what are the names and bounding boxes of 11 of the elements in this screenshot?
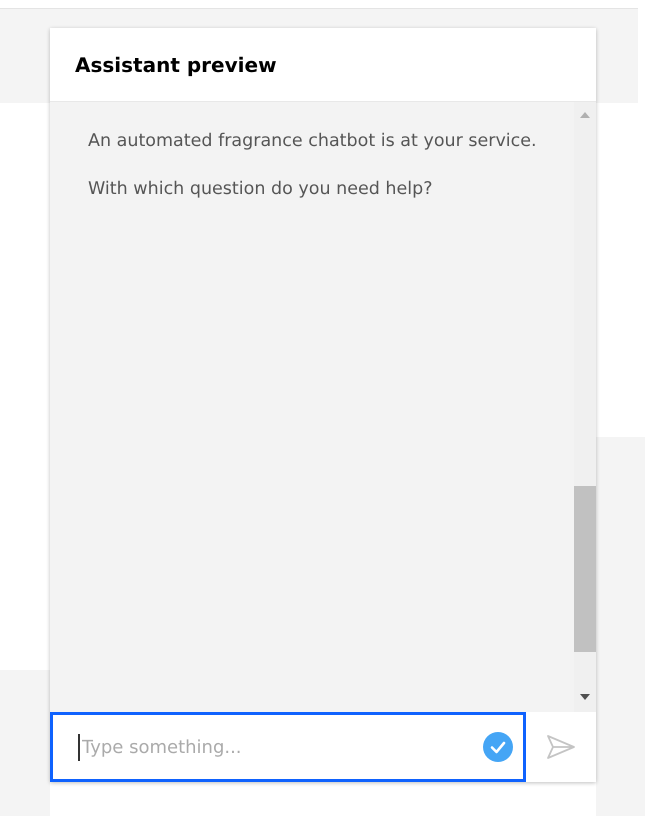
scroll-down-icon[interactable] (580, 694, 590, 700)
checkmark-icon (483, 732, 513, 762)
scroll-up-icon[interactable] (580, 112, 590, 118)
bot-message: With which question do you need help? (88, 178, 434, 201)
message-input[interactable]: Type something... (50, 712, 526, 782)
input-field[interactable]: Type something... (78, 734, 483, 760)
send-icon (546, 734, 576, 760)
scroll-thumb[interactable] (574, 486, 596, 652)
bot-message: An automated fragrance chatbot is at your service. (88, 130, 538, 153)
send-button[interactable] (526, 712, 596, 782)
panel-title: Assistant preview (75, 52, 277, 78)
